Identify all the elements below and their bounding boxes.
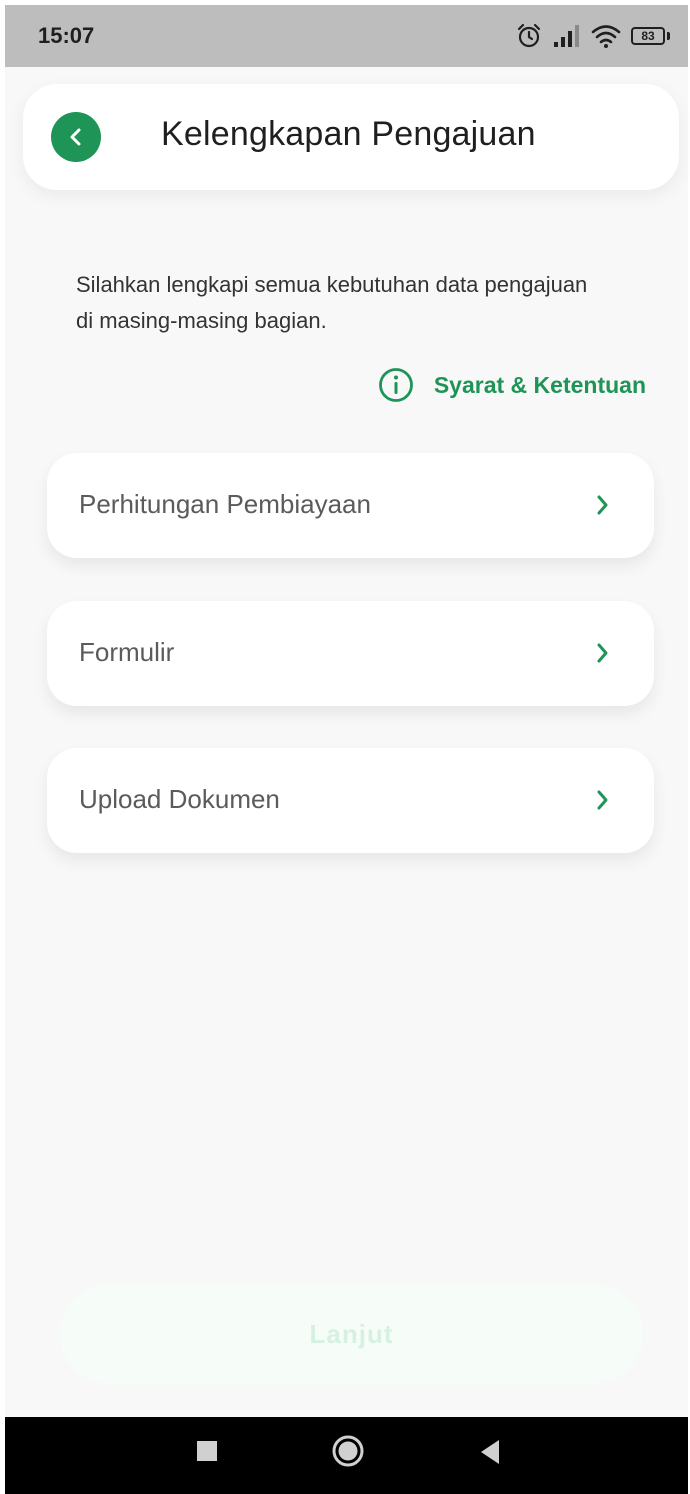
chevron-left-icon (70, 128, 81, 146)
page-title: Kelengkapan Pengajuan (161, 115, 536, 153)
intro-text: Silahkan lengkapi semua kebutuhan data p… (76, 272, 588, 333)
battery-level: 83 (631, 27, 665, 45)
info-circle-icon (378, 368, 413, 402)
menu-item-upload-dokumen[interactable]: Upload Dokumen (47, 748, 654, 853)
menu-item-perhitungan-pembiayaan[interactable]: Perhitungan Pembiayaan (47, 453, 654, 558)
menu-item-formulir[interactable]: Formulir (47, 601, 654, 706)
signal-icon (554, 25, 579, 47)
header-card: Kelengkapan Pengajuan (23, 84, 679, 190)
menu-item-label: Upload Dokumen (79, 784, 280, 814)
status-time: 15:07 (38, 23, 95, 48)
menu-item-label: Perhitungan Pembiayaan (79, 489, 371, 519)
back-triangle-icon[interactable] (479, 1439, 501, 1465)
chevron-right-icon (597, 495, 608, 515)
status-icons: 83 (515, 19, 670, 53)
status-bar: 15:07 83 (5, 5, 688, 67)
chevron-right-icon (597, 790, 608, 810)
alarm-icon (517, 23, 541, 48)
wifi-icon (591, 25, 621, 48)
battery-indicator: 83 (631, 27, 670, 45)
home-icon[interactable] (332, 1435, 364, 1467)
recent-apps-icon[interactable] (197, 1441, 217, 1461)
chevron-right-icon (597, 643, 608, 663)
back-button[interactable] (51, 112, 101, 162)
screen: Kelengkapan Pengajuan Silahkan lengkapi … (5, 67, 688, 1417)
battery-tip (667, 32, 670, 40)
terms-link[interactable]: Syarat & Ketentuan (378, 367, 646, 403)
continue-button[interactable]: Lanjut (60, 1285, 643, 1383)
menu-item-label: Formulir (79, 637, 175, 667)
system-nav-bar (5, 1417, 688, 1494)
terms-label: Syarat & Ketentuan (433, 371, 646, 398)
